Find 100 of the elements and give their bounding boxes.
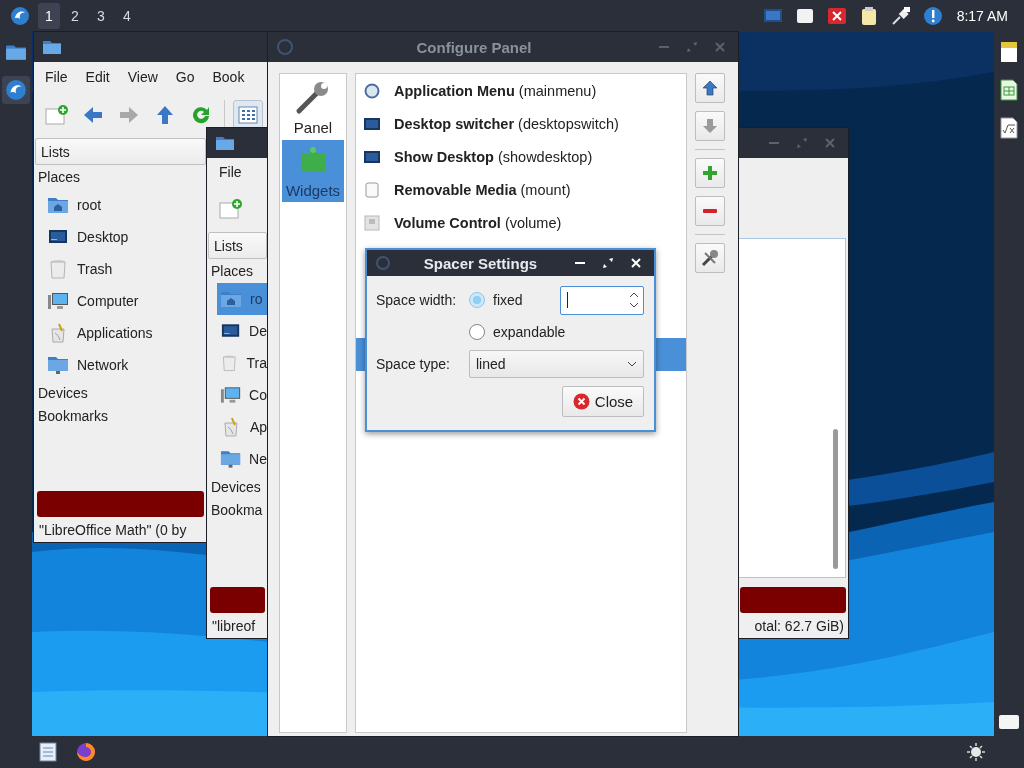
document-icon [39,742,57,762]
workspace-button[interactable]: 1 [38,3,60,29]
place-item[interactable]: Co [208,379,267,411]
place-item[interactable]: Computer [35,285,206,317]
widget-label: Volume Control (volume) [394,214,562,231]
widget-label: Application Menu (mainmenu) [394,82,597,99]
widget-row[interactable]: Volume Control (volume) [356,206,686,239]
place-item[interactable]: Desktop [35,221,206,253]
widget-row[interactable]: Application Menu (mainmenu) [356,74,686,107]
section-heading[interactable]: Devices [35,381,206,404]
monitor-icon [364,115,380,132]
drive-icon [998,713,1020,731]
workspace-button[interactable]: 3 [90,3,112,29]
chevron-down-icon [627,360,637,368]
document-icon [999,41,1019,63]
clock: 8:17 AM [956,8,1008,24]
place-label: Computer [77,293,139,309]
field-label: Space width: [376,292,458,308]
place-item[interactable]: Ne [208,443,267,475]
monitor-icon [364,148,380,165]
section-heading: Places [210,262,255,281]
menu-item[interactable]: File [36,65,77,89]
field-label: Space type: [376,356,451,372]
window-title: Configure Panel [415,38,533,56]
logo-icon [276,38,294,56]
scrollbar[interactable] [833,429,838,569]
menu-item[interactable]: Book [203,65,254,89]
widget-row[interactable]: Desktop switcher (desktopswitch) [356,107,686,140]
workspace-button[interactable]: 2 [64,3,86,29]
place-item[interactable]: Ap [208,411,267,443]
new-window-icon [219,198,243,220]
place-item[interactable]: Applications [35,317,206,349]
close-button[interactable]: Close [562,386,644,417]
place-label: Applications [77,325,153,341]
up-arrow-icon [702,80,718,96]
status-text: "LibreOffice Math" (0 by [38,520,188,540]
side-pane-selector[interactable]: Lists [208,232,267,259]
width-spinbox[interactable] [560,285,644,315]
browser-icon [76,742,96,762]
place-item[interactable]: root [35,189,206,221]
up-arrow-icon [156,105,174,125]
space-type-dropdown[interactable]: lined [469,350,644,378]
menu-item[interactable]: File [210,160,251,184]
menu-item[interactable]: Edit [76,65,119,89]
logo-icon [5,79,27,101]
reload-icon [191,105,211,125]
section-heading[interactable]: Bookmarks [35,404,206,427]
monitor-icon [762,7,783,25]
place-item[interactable]: Network [35,349,206,381]
icon-view-button[interactable] [233,100,263,130]
up-button[interactable] [695,73,725,103]
maximize-icon [602,257,614,269]
down-arrow-icon [702,118,718,134]
home-folder-icon [220,289,242,309]
close-icon [714,41,726,53]
maximize-icon [796,137,808,149]
radio-option[interactable]: expandable [469,324,566,340]
side-pane-selector[interactable]: Lists [35,138,206,165]
wrench-icon [295,79,331,115]
dock-item[interactable] [2,76,30,104]
drive-icon [794,7,815,25]
widget-row[interactable]: Show Desktop (showdesktop) [356,140,686,173]
spin-arrows-icon [629,291,639,309]
place-label: ro [250,291,263,307]
place-item[interactable]: Tra [208,347,267,379]
section-heading[interactable]: Devices [208,475,267,498]
info-icon [922,6,943,26]
place-label: De [249,323,267,339]
menu-item[interactable]: Go [166,65,204,89]
widget-row[interactable]: Removable Media (mount) [356,173,686,206]
page-tab[interactable]: Panel [282,77,344,139]
place-label: Trash [77,261,113,277]
logo-icon [375,255,391,271]
radio-option[interactable]: fixed [469,292,523,308]
network-folder-icon [220,449,242,469]
place-label: Ne [249,451,267,467]
add-button[interactable] [695,158,725,188]
formula-document-icon [999,117,1019,139]
section-heading: Places [37,168,82,187]
disk-usage-bar [210,587,265,613]
menu-item[interactable]: View [118,65,167,89]
place-label: root [77,197,102,213]
right-arrow-icon [119,106,139,124]
workspace-button[interactable]: 4 [116,3,138,29]
place-item[interactable]: Trash [35,253,206,285]
place-label: Ap [249,419,267,435]
window-title: Spacer Settings [422,254,539,272]
computer-icon [220,385,242,405]
remove-button[interactable] [695,196,725,226]
widget-label: Show Desktop (showdesktop) [394,148,593,165]
computer-icon [47,291,69,311]
volume-icon [364,214,380,231]
widget-label: Removable Media (mount) [394,181,571,198]
configure-button[interactable] [695,243,725,273]
place-label: Desktop [77,229,129,245]
maximize-icon [686,41,698,53]
section-heading[interactable]: Bookma [208,498,267,521]
home-folder-icon [47,195,69,215]
place-item[interactable]: De [208,315,267,347]
place-item[interactable]: ro [217,283,267,315]
